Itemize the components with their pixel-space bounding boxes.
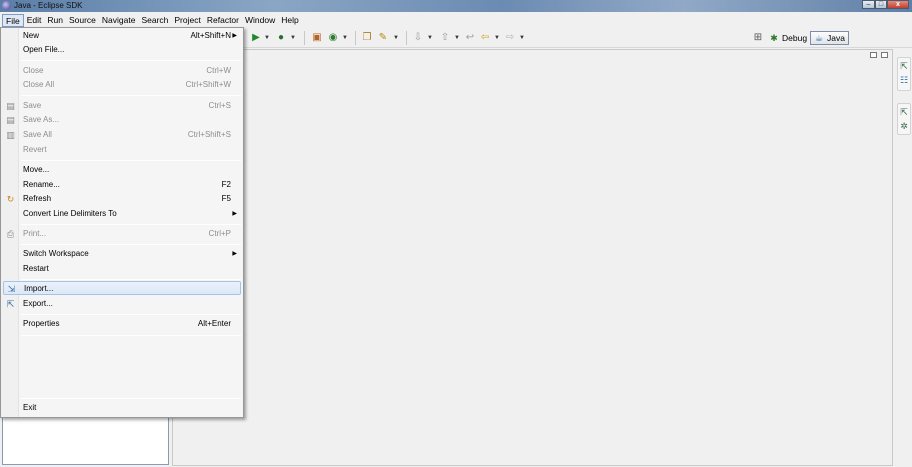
export-icon: ⇱ bbox=[6, 299, 15, 309]
maximize-button[interactable]: □ bbox=[875, 0, 887, 9]
menu-separator bbox=[21, 224, 241, 225]
perspective-java-button[interactable]: ☕ Java bbox=[810, 31, 849, 45]
menu-item-print: ⎙ Print... Ctrl+P bbox=[6, 229, 231, 239]
new-java-class-icon[interactable]: ◉ bbox=[328, 33, 338, 43]
menu-source[interactable]: Source bbox=[66, 14, 99, 27]
java-perspective-icon: ☕ bbox=[814, 33, 824, 43]
toolbar-separator bbox=[304, 31, 305, 45]
trim-group-outline: ⇱ ☷ bbox=[897, 57, 911, 91]
trim-group-tasks: ⇱ ✲ bbox=[897, 103, 911, 135]
menu-separator bbox=[21, 314, 241, 315]
save-all-icon: ▥ bbox=[6, 130, 15, 140]
minimize-button[interactable]: – bbox=[862, 0, 875, 9]
menu-separator bbox=[21, 244, 241, 245]
perspective-java-label: Java bbox=[827, 33, 845, 43]
menu-item-switch-workspace[interactable]: Switch Workspace ▶ bbox=[3, 247, 241, 261]
submenu-arrow-icon: ▶ bbox=[232, 33, 237, 39]
window-title: Java - Eclipse SDK bbox=[14, 1, 83, 10]
menu-search[interactable]: Search bbox=[138, 14, 171, 27]
menu-item-revert: Revert bbox=[23, 145, 47, 154]
back-icon[interactable]: ⇦ bbox=[480, 33, 490, 43]
menu-window[interactable]: Window bbox=[242, 14, 278, 27]
menu-item-exit[interactable]: Exit bbox=[3, 401, 241, 415]
menu-run[interactable]: Run bbox=[44, 14, 66, 27]
forward-icon[interactable]: ⇨ bbox=[505, 33, 515, 43]
next-annotation-dropdown-icon[interactable]: ▼ bbox=[427, 33, 433, 43]
import-icon: ⇲ bbox=[7, 284, 16, 294]
menu-separator bbox=[21, 279, 241, 280]
previous-annotation-dropdown-icon[interactable]: ▼ bbox=[454, 33, 460, 43]
menu-item-properties[interactable]: Properties Alt+Enter bbox=[3, 317, 241, 331]
menu-separator bbox=[21, 398, 241, 399]
menu-help[interactable]: Help bbox=[278, 14, 301, 27]
menu-item-save-as: ▤ Save As... bbox=[6, 115, 60, 125]
menu-edit[interactable]: Edit bbox=[24, 14, 45, 27]
menu-separator bbox=[21, 95, 241, 96]
menu-item-refresh[interactable]: ↻ Refresh F5 bbox=[3, 192, 241, 206]
previous-annotation-icon[interactable]: ⇧ bbox=[440, 33, 450, 43]
save-as-icon: ▤ bbox=[6, 115, 15, 125]
submenu-arrow-icon: ▶ bbox=[232, 251, 237, 257]
package-explorer-view[interactable] bbox=[2, 416, 169, 465]
search-dropdown-icon[interactable]: ▼ bbox=[393, 33, 399, 43]
refresh-icon: ↻ bbox=[6, 194, 15, 204]
menu-project[interactable]: Project bbox=[171, 14, 203, 27]
menu-bar: File Edit Run Source Navigate Search Pro… bbox=[0, 12, 912, 28]
restore-view-icon[interactable]: ⇱ bbox=[898, 60, 910, 72]
title-bar: Java - Eclipse SDK – □ x bbox=[0, 0, 912, 12]
menu-item-import[interactable]: ⇲ Import... bbox=[3, 281, 241, 295]
debug-run-icon[interactable]: ● bbox=[276, 33, 286, 43]
menu-item-rename[interactable]: Rename... F2 bbox=[3, 178, 241, 192]
menu-separator bbox=[21, 160, 241, 161]
maximize-view-icon[interactable] bbox=[881, 52, 888, 58]
last-edit-location-icon[interactable]: ↩ bbox=[465, 33, 475, 43]
menu-separator bbox=[21, 335, 241, 336]
minimize-view-icon[interactable] bbox=[870, 52, 877, 58]
menu-item-close-all: Close All Ctrl+Shift+W bbox=[23, 80, 231, 89]
restore-view-icon[interactable]: ⇱ bbox=[898, 106, 910, 118]
eclipse-logo-icon bbox=[2, 1, 11, 10]
open-type-icon[interactable]: ❐ bbox=[362, 33, 372, 43]
toolbar-separator bbox=[355, 31, 356, 45]
back-dropdown-icon[interactable]: ▼ bbox=[494, 33, 500, 43]
print-icon: ⎙ bbox=[6, 229, 15, 239]
save-icon: ▤ bbox=[6, 101, 15, 111]
menu-item-save: ▤ Save Ctrl+S bbox=[6, 101, 231, 111]
file-menu-dropdown: New Alt+Shift+N ▶ Open File... Close Ctr… bbox=[0, 27, 244, 418]
menu-separator bbox=[21, 60, 241, 61]
editor-area[interactable] bbox=[172, 49, 893, 466]
toolbar-separator bbox=[406, 31, 407, 45]
outline-view-icon[interactable]: ☷ bbox=[898, 74, 910, 86]
right-trim-stack: ⇱ ☷ ⇱ ✲ bbox=[896, 49, 912, 467]
forward-dropdown-icon[interactable]: ▼ bbox=[519, 33, 525, 43]
menu-file[interactable]: File bbox=[2, 13, 24, 27]
search-icon[interactable]: ✎ bbox=[378, 33, 388, 43]
close-button[interactable]: x bbox=[887, 0, 909, 9]
menu-refactor[interactable]: Refactor bbox=[204, 14, 242, 27]
task-list-icon[interactable]: ✲ bbox=[898, 120, 910, 132]
editor-area-controls bbox=[870, 52, 888, 58]
next-annotation-icon[interactable]: ⇩ bbox=[413, 33, 423, 43]
debug-dropdown-icon[interactable]: ▼ bbox=[290, 33, 296, 43]
submenu-arrow-icon: ▶ bbox=[232, 211, 237, 217]
perspective-debug-button[interactable]: ✱ Debug bbox=[766, 31, 810, 45]
menu-item-open-file[interactable]: Open File... bbox=[3, 43, 241, 57]
new-class-dropdown-icon[interactable]: ▼ bbox=[342, 33, 348, 43]
menu-item-close: Close Ctrl+W bbox=[23, 66, 231, 75]
menu-item-move[interactable]: Move... bbox=[3, 163, 241, 177]
run-dropdown-icon[interactable]: ▼ bbox=[264, 33, 270, 43]
new-java-package-icon[interactable]: ▣ bbox=[312, 33, 322, 43]
run-icon[interactable]: ▶ bbox=[251, 33, 261, 43]
debug-perspective-icon: ✱ bbox=[770, 33, 778, 43]
menu-navigate[interactable]: Navigate bbox=[99, 14, 139, 27]
menu-item-new[interactable]: New Alt+Shift+N ▶ bbox=[3, 29, 241, 43]
menu-item-restart[interactable]: Restart bbox=[3, 262, 241, 276]
perspective-debug-label: Debug bbox=[782, 33, 808, 43]
menu-item-convert-line-delimiters[interactable]: Convert Line Delimiters To ▶ bbox=[3, 207, 241, 221]
open-perspective-icon[interactable]: ⊞ bbox=[753, 33, 763, 43]
menu-item-export[interactable]: ⇱ Export... bbox=[3, 297, 241, 311]
menu-item-save-all: ▥ Save All Ctrl+Shift+S bbox=[6, 130, 231, 140]
window-controls: – □ x bbox=[862, 0, 909, 9]
